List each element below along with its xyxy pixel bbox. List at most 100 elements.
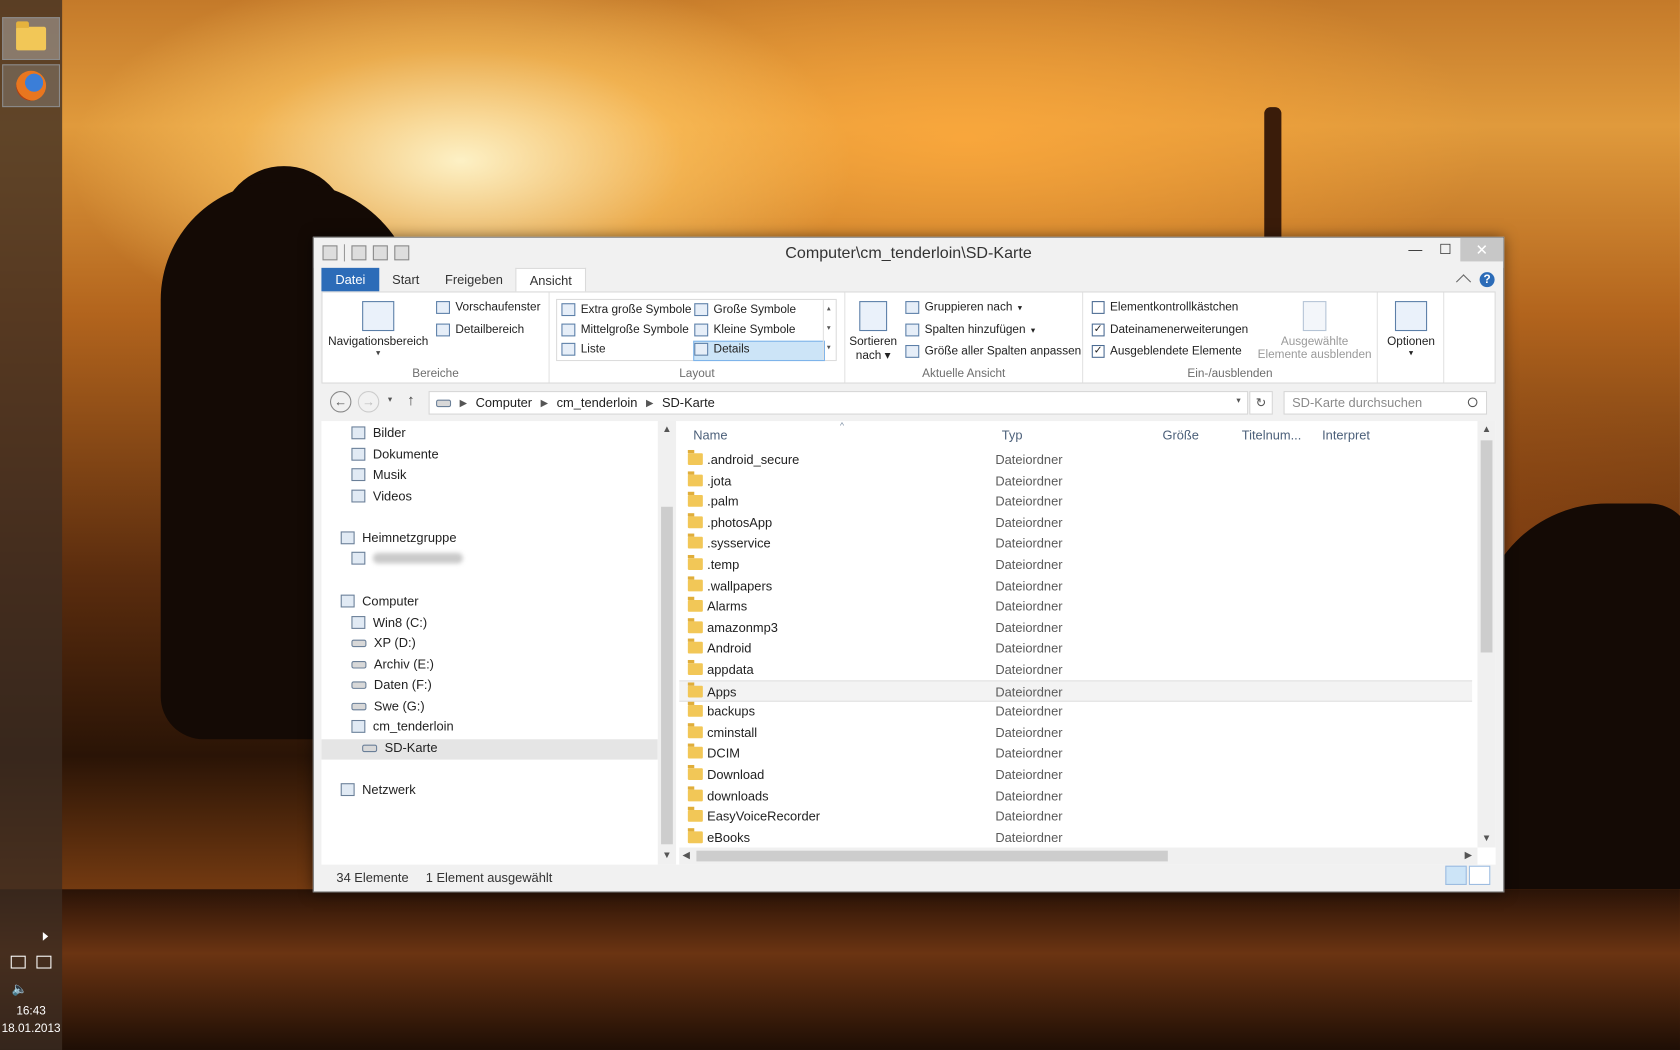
large-icons-view-button[interactable] xyxy=(1468,865,1491,885)
scroll-right-icon[interactable]: ▶ xyxy=(1465,850,1472,862)
scroll-down-icon[interactable]: ▼ xyxy=(1482,832,1492,843)
layout-extra-large-icons[interactable]: Extra große Symbole xyxy=(561,303,691,317)
column-header-groesse[interactable]: Größe xyxy=(1162,427,1198,442)
layout-small-icons[interactable]: Kleine Symbole xyxy=(694,323,795,337)
back-button[interactable]: ← xyxy=(329,391,352,413)
optionen-button[interactable]: Optionen ▾ xyxy=(1380,301,1442,358)
address-history-chevron-icon[interactable]: ▾ xyxy=(1236,395,1240,405)
sortieren-nach-button[interactable]: Sortieren nach ▾ xyxy=(847,301,898,362)
table-row[interactable]: downloads Dateiordner xyxy=(679,785,1472,806)
nav-item-bilder[interactable]: Bilder xyxy=(351,425,406,440)
navigationsbereich-button[interactable]: Navigationsbereich ▾ xyxy=(327,301,430,358)
column-header-interpret[interactable]: Interpret xyxy=(1322,427,1370,442)
table-row[interactable]: appdata Dateiordner xyxy=(679,659,1472,680)
details-view-button[interactable] xyxy=(1445,865,1467,885)
nav-item-cm-tenderloin[interactable]: cm_tenderloin xyxy=(351,719,454,734)
nav-item-daten-f[interactable]: Daten (F:) xyxy=(351,677,432,692)
taskbar-explorer-button[interactable] xyxy=(2,17,60,60)
nav-item-sd-karte[interactable]: SD-Karte xyxy=(362,740,438,755)
table-row[interactable]: Download Dateiordner xyxy=(679,764,1472,785)
table-row[interactable]: .temp Dateiordner xyxy=(679,554,1472,575)
tab-start[interactable]: Start xyxy=(379,268,432,292)
layout-medium-icons[interactable]: Mittelgroße Symbole xyxy=(561,323,689,337)
up-button[interactable]: ↑ xyxy=(407,391,414,408)
taskbar-firefox-button[interactable] xyxy=(2,64,60,108)
detailbereich-button[interactable]: Detailbereich xyxy=(436,323,524,337)
ausgeblendete-elemente-checkbox[interactable]: ✓ Ausgeblendete Elemente xyxy=(1091,344,1242,358)
nav-item-computer[interactable]: Computer xyxy=(340,594,419,609)
column-header-titelnummer[interactable]: Titelnum... xyxy=(1242,427,1302,442)
table-row[interactable]: EasyVoiceRecorder Dateiordner xyxy=(679,806,1472,827)
horizontal-scrollbar[interactable]: ◀ ▶ xyxy=(679,847,1478,865)
table-row[interactable]: .wallpapers Dateiordner xyxy=(679,575,1472,596)
tab-datei[interactable]: Datei xyxy=(321,267,380,292)
tab-ansicht[interactable]: Ansicht xyxy=(515,267,586,292)
table-row[interactable]: .palm Dateiordner xyxy=(679,491,1472,512)
nav-item-swe-g[interactable]: Swe (G:) xyxy=(351,699,425,714)
maximize-button[interactable]: ☐ xyxy=(1430,238,1460,262)
nav-item-heimnetzgruppe[interactable]: Heimnetzgruppe xyxy=(340,530,456,545)
table-row[interactable]: Alarms Dateiordner xyxy=(679,596,1472,617)
recent-locations-chevron-icon[interactable]: ▾ xyxy=(388,394,392,404)
minimize-button[interactable]: — xyxy=(1400,238,1430,262)
volume-icon[interactable]: 🔈 xyxy=(12,981,28,996)
nav-item-netzwerk[interactable]: Netzwerk xyxy=(340,782,416,797)
vorschaufenster-button[interactable]: Vorschaufenster xyxy=(436,301,541,314)
column-header-typ[interactable]: Typ xyxy=(1002,427,1023,442)
address-bar[interactable]: ▶ Computer ▶ cm_tenderloin ▶ SD-Karte ▾ xyxy=(428,391,1249,415)
nav-item-xp-d[interactable]: XP (D:) xyxy=(351,635,416,650)
close-button[interactable]: ✕ xyxy=(1460,237,1504,262)
scroll-left-icon[interactable]: ◀ xyxy=(682,850,689,862)
table-row[interactable]: .photosApp Dateiordner xyxy=(679,512,1472,533)
table-row[interactable]: amazonmp3 Dateiordner xyxy=(679,617,1472,638)
breadcrumb-sd-karte[interactable]: SD-Karte xyxy=(662,395,715,410)
ausgewaehlte-elemente-ausblenden-button[interactable]: Ausgewählte Elemente ausblenden xyxy=(1255,301,1375,361)
dateinamenerweiterungen-checkbox[interactable]: ✓ Dateinamenerweiterungen xyxy=(1091,323,1248,337)
search-button[interactable] xyxy=(1467,397,1478,408)
layout-details[interactable]: Details xyxy=(694,342,750,356)
vertical-scrollbar[interactable]: ▲ ▼ xyxy=(1477,421,1496,848)
spalten-hinzufuegen-button[interactable]: Spalten hinzufügen ▾ xyxy=(905,323,1035,337)
breadcrumb-cm-tenderloin[interactable]: cm_tenderloin xyxy=(557,395,638,410)
layout-gallery-scroll[interactable]: ▴ ▾ ▾ xyxy=(822,299,834,360)
table-row[interactable]: DCIM Dateiordner xyxy=(679,743,1472,764)
tab-freigeben[interactable]: Freigeben xyxy=(432,268,516,292)
network-icon[interactable] xyxy=(36,955,52,969)
clock-date[interactable]: 18.01.2013 xyxy=(0,1022,62,1035)
title-bar[interactable]: Computer\cm_tenderloin\SD-Karte — ☐ ✕ xyxy=(313,237,1504,268)
refresh-button[interactable]: ↻ xyxy=(1249,391,1273,415)
scroll-up-icon[interactable]: ▲ xyxy=(662,423,672,434)
table-row[interactable]: eBooks Dateiordner xyxy=(679,827,1472,848)
horizontal-scroll-thumb[interactable] xyxy=(696,850,1168,862)
table-row[interactable]: .jota Dateiordner xyxy=(679,470,1472,491)
column-header-name[interactable]: Name xyxy=(693,427,727,442)
table-row[interactable]: cminstall Dateiordner xyxy=(679,722,1472,743)
scroll-up-icon[interactable]: ▲ xyxy=(1482,423,1492,434)
elementkontrollkaestchen-checkbox[interactable]: Elementkontrollkästchen xyxy=(1091,301,1238,314)
vertical-scroll-thumb[interactable] xyxy=(1480,440,1493,653)
table-row[interactable]: backups Dateiordner xyxy=(679,701,1472,722)
navpane-scrollbar[interactable]: ▲ ▼ xyxy=(657,421,677,865)
search-input[interactable]: SD-Karte durchsuchen xyxy=(1283,391,1488,415)
navpane-scroll-thumb[interactable] xyxy=(661,506,673,845)
table-row[interactable]: .sysservice Dateiordner xyxy=(679,533,1472,554)
clock-time[interactable]: 16:43 xyxy=(0,1005,62,1018)
nav-item-win8-c[interactable]: Win8 (C:) xyxy=(351,615,427,630)
gruppieren-nach-button[interactable]: Gruppieren nach ▾ xyxy=(905,301,1022,314)
layout-large-icons[interactable]: Große Symbole xyxy=(694,303,796,317)
action-center-icon[interactable] xyxy=(10,955,26,969)
nav-item-musik[interactable]: Musik xyxy=(351,467,406,482)
show-hidden-icons-icon[interactable] xyxy=(42,932,49,941)
layout-list[interactable]: Liste xyxy=(561,342,606,356)
table-row[interactable]: Android Dateiordner xyxy=(679,638,1472,659)
nav-item-homegroup-user[interactable] xyxy=(351,551,463,565)
spaltengroesse-anpassen-button[interactable]: Größe aller Spalten anpassen xyxy=(905,344,1081,358)
help-icon[interactable]: ? xyxy=(1479,272,1495,288)
forward-button[interactable]: → xyxy=(357,391,380,413)
scroll-down-icon[interactable]: ▼ xyxy=(662,850,672,861)
minimize-ribbon-icon[interactable] xyxy=(1455,274,1472,290)
table-row[interactable]: .android_secure Dateiordner xyxy=(679,449,1472,470)
nav-item-videos[interactable]: Videos xyxy=(351,489,412,504)
table-row[interactable]: Apps Dateiordner xyxy=(679,679,1473,702)
nav-item-dokumente[interactable]: Dokumente xyxy=(351,447,439,462)
